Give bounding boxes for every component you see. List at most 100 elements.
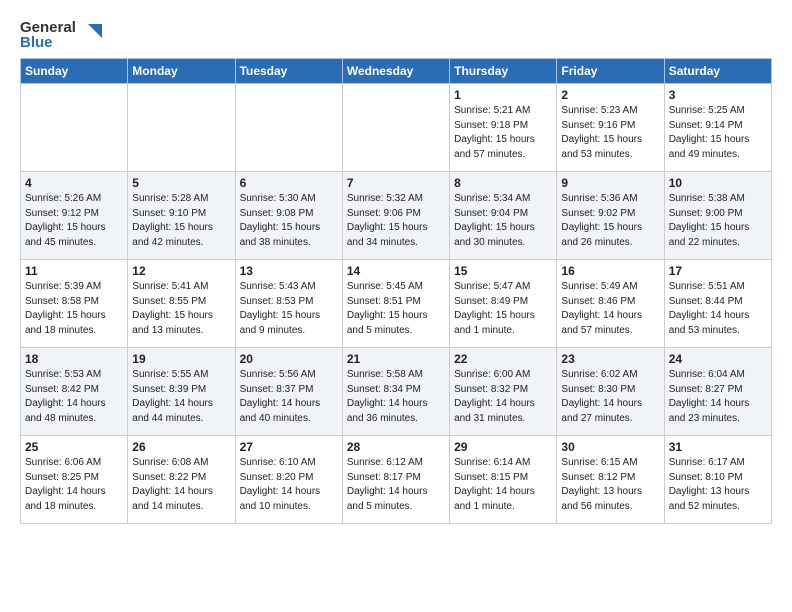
day-number: 2 — [561, 88, 659, 102]
day-number: 7 — [347, 176, 445, 190]
day-number: 10 — [669, 176, 767, 190]
day-number: 1 — [454, 88, 552, 102]
calendar-cell — [128, 84, 235, 172]
day-info: Sunrise: 5:34 AM Sunset: 9:04 PM Dayligh… — [454, 192, 552, 250]
calendar-cell: 19Sunrise: 5:55 AM Sunset: 8:39 PM Dayli… — [128, 348, 235, 436]
day-info: Sunrise: 5:43 AM Sunset: 8:53 PM Dayligh… — [240, 280, 338, 338]
day-info: Sunrise: 6:00 AM Sunset: 8:32 PM Dayligh… — [454, 368, 552, 426]
day-number: 25 — [25, 440, 123, 454]
day-number: 17 — [669, 264, 767, 278]
calendar-cell: 10 Sunrise: 5:38 AM Sunset: 9:00 PM Dayli… — [664, 172, 771, 260]
calendar-cell: 18Sunrise: 5:53 AM Sunset: 8:42 PM Dayli… — [21, 348, 128, 436]
calendar-cell: 28 Sunrise: 6:12 AM Sunset: 8:17 PM Dayli… — [342, 436, 449, 524]
day-number: 13 — [240, 264, 338, 278]
calendar-cell: 9 Sunrise: 5:36 AM Sunset: 9:02 PM Daylig… — [557, 172, 664, 260]
calendar-cell — [21, 84, 128, 172]
logo: General Blue — [20, 20, 102, 50]
calendar-cell: 26 Sunrise: 6:08 AM Sunset: 8:22 PM Dayli… — [128, 436, 235, 524]
calendar-cell: 21Sunrise: 5:58 AM Sunset: 8:34 PM Dayli… — [342, 348, 449, 436]
day-number: 14 — [347, 264, 445, 278]
calendar-cell: 5 Sunrise: 5:28 AM Sunset: 9:10 PM Daylig… — [128, 172, 235, 260]
calendar-cell: 27 Sunrise: 6:10 AM Sunset: 8:20 PM Dayli… — [235, 436, 342, 524]
day-info: Sunrise: 5:30 AM Sunset: 9:08 PM Dayligh… — [240, 192, 338, 250]
calendar-cell: 22 Sunrise: 6:00 AM Sunset: 8:32 PM Dayli… — [450, 348, 557, 436]
day-number: 23 — [561, 352, 659, 366]
day-info: Sunrise: 6:15 AM Sunset: 8:12 PM Dayligh… — [561, 456, 659, 514]
day-number: 28 — [347, 440, 445, 454]
calendar-body: 1 Sunrise: 5:21 AM Sunset: 9:18 PM Daylig… — [21, 84, 772, 524]
calendar-cell: 2Sunrise: 5:23 AM Sunset: 9:16 PM Daylig… — [557, 84, 664, 172]
page-header: General Blue — [20, 16, 772, 50]
day-number: 6 — [240, 176, 338, 190]
day-number: 24 — [669, 352, 767, 366]
logo-general: General — [20, 20, 76, 35]
day-info: Sunrise: 6:17 AM Sunset: 8:10 PM Dayligh… — [669, 456, 767, 514]
day-info: Sunrise: 6:10 AM Sunset: 8:20 PM Dayligh… — [240, 456, 338, 514]
day-info: Sunrise: 5:26 AM Sunset: 9:12 PM Dayligh… — [25, 192, 123, 250]
day-info: Sunrise: 5:41 AM Sunset: 8:55 PM Dayligh… — [132, 280, 230, 338]
calendar-cell: 3Sunrise: 5:25 AM Sunset: 9:14 PM Daylig… — [664, 84, 771, 172]
calendar-cell: 1 Sunrise: 5:21 AM Sunset: 9:18 PM Daylig… — [450, 84, 557, 172]
day-info: Sunrise: 6:02 AM Sunset: 8:30 PM Dayligh… — [561, 368, 659, 426]
day-number: 4 — [25, 176, 123, 190]
day-number: 16 — [561, 264, 659, 278]
day-info: Sunrise: 5:58 AM Sunset: 8:34 PM Dayligh… — [347, 368, 445, 426]
day-number: 26 — [132, 440, 230, 454]
calendar-week: 18Sunrise: 5:53 AM Sunset: 8:42 PM Dayli… — [21, 348, 772, 436]
day-number: 15 — [454, 264, 552, 278]
day-number: 12 — [132, 264, 230, 278]
day-info: Sunrise: 5:49 AM Sunset: 8:46 PM Dayligh… — [561, 280, 659, 338]
calendar-week: 4 Sunrise: 5:26 AM Sunset: 9:12 PM Daylig… — [21, 172, 772, 260]
day-number: 5 — [132, 176, 230, 190]
day-info: Sunrise: 6:12 AM Sunset: 8:17 PM Dayligh… — [347, 456, 445, 514]
calendar-cell: 17 Sunrise: 5:51 AM Sunset: 8:44 PM Dayli… — [664, 260, 771, 348]
day-info: Sunrise: 5:51 AM Sunset: 8:44 PM Dayligh… — [669, 280, 767, 338]
day-number: 22 — [454, 352, 552, 366]
day-info: Sunrise: 5:56 AM Sunset: 8:37 PM Dayligh… — [240, 368, 338, 426]
calendar-cell: 20 Sunrise: 5:56 AM Sunset: 8:37 PM Dayli… — [235, 348, 342, 436]
day-number: 31 — [669, 440, 767, 454]
day-info: Sunrise: 5:36 AM Sunset: 9:02 PM Dayligh… — [561, 192, 659, 250]
day-number: 11 — [25, 264, 123, 278]
day-number: 20 — [240, 352, 338, 366]
calendar-week: 1 Sunrise: 5:21 AM Sunset: 9:18 PM Daylig… — [21, 84, 772, 172]
day-header: Thursday — [450, 59, 557, 84]
day-info: Sunrise: 5:32 AM Sunset: 9:06 PM Dayligh… — [347, 192, 445, 250]
day-info: Sunrise: 5:45 AM Sunset: 8:51 PM Dayligh… — [347, 280, 445, 338]
day-number: 29 — [454, 440, 552, 454]
calendar-cell: 31 Sunrise: 6:17 AM Sunset: 8:10 PM Dayli… — [664, 436, 771, 524]
day-header: Wednesday — [342, 59, 449, 84]
day-number: 9 — [561, 176, 659, 190]
day-number: 18 — [25, 352, 123, 366]
day-info: Sunrise: 5:47 AM Sunset: 8:49 PM Dayligh… — [454, 280, 552, 338]
day-number: 30 — [561, 440, 659, 454]
day-info: Sunrise: 5:39 AM Sunset: 8:58 PM Dayligh… — [25, 280, 123, 338]
day-header: Friday — [557, 59, 664, 84]
calendar-table: SundayMondayTuesdayWednesdayThursdayFrid… — [20, 58, 772, 524]
calendar-cell: 13 Sunrise: 5:43 AM Sunset: 8:53 PM Dayli… — [235, 260, 342, 348]
calendar-cell: 8Sunrise: 5:34 AM Sunset: 9:04 PM Daylig… — [450, 172, 557, 260]
day-header: Sunday — [21, 59, 128, 84]
calendar-cell: 16 Sunrise: 5:49 AM Sunset: 8:46 PM Dayli… — [557, 260, 664, 348]
calendar-week: 25 Sunrise: 6:06 AM Sunset: 8:25 PM Dayli… — [21, 436, 772, 524]
day-info: Sunrise: 5:55 AM Sunset: 8:39 PM Dayligh… — [132, 368, 230, 426]
calendar-cell: 25 Sunrise: 6:06 AM Sunset: 8:25 PM Dayli… — [21, 436, 128, 524]
day-info: Sunrise: 6:08 AM Sunset: 8:22 PM Dayligh… — [132, 456, 230, 514]
day-info: Sunrise: 5:21 AM Sunset: 9:18 PM Dayligh… — [454, 104, 552, 162]
logo-blue: Blue — [20, 35, 76, 50]
day-info: Sunrise: 6:14 AM Sunset: 8:15 PM Dayligh… — [454, 456, 552, 514]
day-header: Tuesday — [235, 59, 342, 84]
calendar-cell: 11 Sunrise: 5:39 AM Sunset: 8:58 PM Dayli… — [21, 260, 128, 348]
day-number: 27 — [240, 440, 338, 454]
calendar-cell — [235, 84, 342, 172]
calendar-cell: 4 Sunrise: 5:26 AM Sunset: 9:12 PM Daylig… — [21, 172, 128, 260]
day-info: Sunrise: 6:06 AM Sunset: 8:25 PM Dayligh… — [25, 456, 123, 514]
day-info: Sunrise: 5:38 AM Sunset: 9:00 PM Dayligh… — [669, 192, 767, 250]
logo-arrow-icon — [80, 24, 102, 46]
day-info: Sunrise: 5:28 AM Sunset: 9:10 PM Dayligh… — [132, 192, 230, 250]
day-number: 3 — [669, 88, 767, 102]
calendar-cell: 14 Sunrise: 5:45 AM Sunset: 8:51 PM Dayli… — [342, 260, 449, 348]
calendar-cell: 24 Sunrise: 6:04 AM Sunset: 8:27 PM Dayli… — [664, 348, 771, 436]
calendar-cell: 23 Sunrise: 6:02 AM Sunset: 8:30 PM Dayli… — [557, 348, 664, 436]
day-info: Sunrise: 6:04 AM Sunset: 8:27 PM Dayligh… — [669, 368, 767, 426]
